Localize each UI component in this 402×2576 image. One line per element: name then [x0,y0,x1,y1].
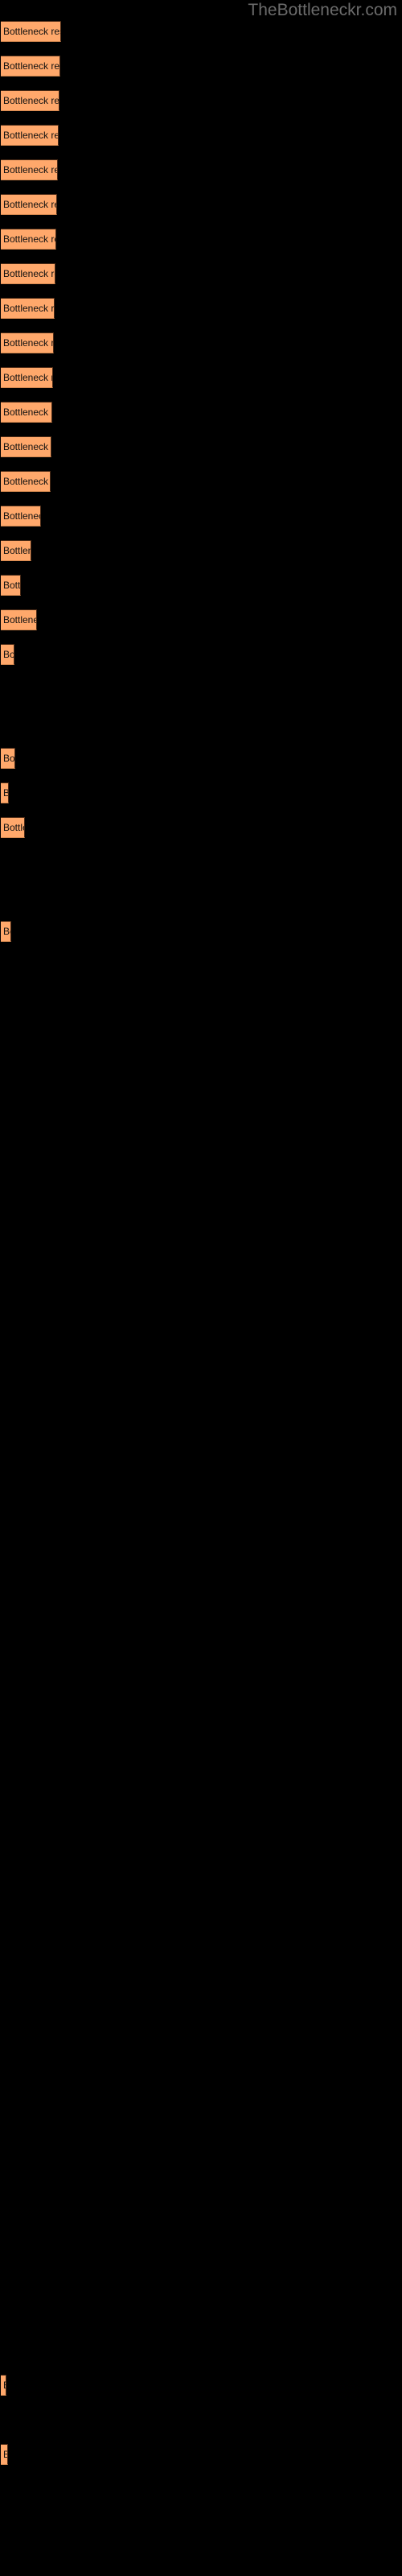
bar-label: Bottleneck result [3,95,59,106]
bar-label: Bottleneck result [3,337,54,349]
bar-label: Bottleneck result [3,545,31,556]
bar-label: Bottleneck result [3,441,51,452]
bar[interactable]: Bottleneck result [1,298,55,319]
bar[interactable]: Bottleneck result [1,540,31,561]
bar[interactable]: Bottleneck result [1,229,56,250]
bar[interactable]: Bottleneck result [1,402,52,423]
bar-label: Bottleneck result [3,649,14,660]
bar[interactable]: Bottleneck result [1,263,55,284]
bar-label: Bottleneck result [3,753,15,764]
bar[interactable]: Bottleneck result [1,194,57,215]
bar-series-layer: Bottleneck result Bottleneck result Bottle… [0,0,402,2576]
bar-label: Bottleneck result [3,26,60,37]
bar-label: Bottleneck result [3,614,36,625]
bar[interactable]: Bottleneck result [1,2444,8,2465]
bar[interactable]: Bottleneck result [1,332,54,353]
bar[interactable]: Bottleneck result [1,644,14,665]
bar-label: Bottleneck result [3,787,8,799]
bar[interactable]: Bottleneck result [1,748,15,769]
bar[interactable]: Bottleneck result [1,125,59,146]
bar[interactable]: Bottleneck result [1,90,59,111]
bar[interactable]: Bottleneck result [1,921,11,942]
bar[interactable]: Bottleneck result [1,575,21,596]
bar-label: Bottleneck result [3,130,58,141]
bar[interactable]: Bottleneck result [1,159,58,180]
bar-label: Bottleneck result [3,822,24,833]
bar-label: Bottleneck result [3,372,52,383]
bar-label: Bottleneck result [3,233,55,245]
bar[interactable]: Bottleneck result [1,817,25,838]
bar[interactable]: Bottleneck result [1,471,51,492]
bar-label: Bottleneck result [3,926,10,937]
bar[interactable]: Bottleneck result [1,2375,6,2396]
bar[interactable]: Bottleneck result [1,21,61,42]
bar-label: Bottleneck result [3,2380,6,2391]
bar-label: Bottleneck result [3,164,57,175]
bar-label: Bottleneck result [3,580,21,591]
bar[interactable]: Bottleneck result [1,56,60,76]
bar-label: Bottleneck result [3,303,55,314]
bar[interactable]: Bottleneck result [1,609,37,630]
bar-label: Bottleneck result [3,2449,7,2460]
bar[interactable]: Bottleneck result [1,782,9,803]
bar-label: Bottleneck result [3,510,40,522]
bar-label: Bottleneck result [3,476,50,487]
bar-label: Bottleneck result [3,268,55,279]
bar[interactable]: Bottleneck result [1,367,53,388]
bar-label: Bottleneck result [3,199,56,210]
bar[interactable]: Bottleneck result [1,436,51,457]
bar-label: Bottleneck result [3,407,51,418]
bar[interactable]: Bottleneck result [1,506,41,526]
bar-label: Bottleneck result [3,60,60,72]
bottleneck-bar-chart: TheBottleneckr.com Bottleneck resultBott… [0,0,402,2576]
